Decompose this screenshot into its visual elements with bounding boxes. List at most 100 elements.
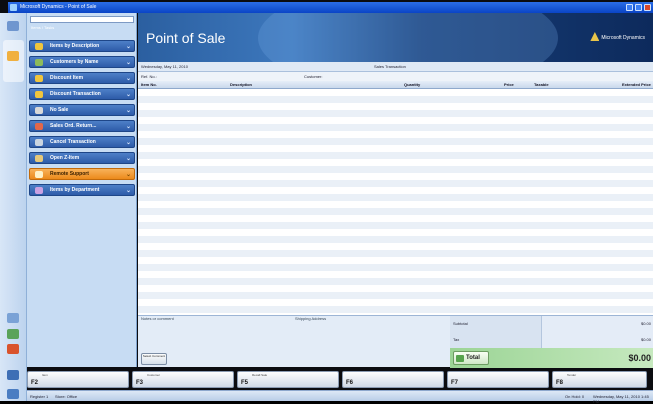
settings-icon[interactable] [7,370,19,380]
select-comment-button[interactable]: Select Comment [141,353,167,365]
fkey-label: F7 [451,380,459,386]
subtotal-row: Subtotal $0.00 [450,316,653,332]
sidebar-item-discount-item[interactable]: Discount Item ⌄ [29,72,135,84]
customer-label[interactable]: Customer: [304,74,322,79]
back-icon[interactable] [7,21,19,31]
maximize-button[interactable] [635,4,642,11]
fkey-label: F8 [556,380,564,386]
lock-icon[interactable] [7,313,19,323]
sidebar-item-items-by-department[interactable]: Items by Department ⌄ [29,184,135,196]
app-icon [10,4,17,11]
column-header[interactable]: Price [504,82,514,87]
tax-value-cell: $0.00 [542,332,653,348]
magnifier-icon [35,43,43,50]
sidebar-item-label: Discount Transaction [50,91,101,97]
column-header[interactable]: Extended Price [622,82,651,87]
total-row: Total $0.00 [450,348,653,368]
sidebar-item-sales-order-return[interactable]: Sales Ord. Return... ⌄ [29,120,135,132]
tax-row: Tax $0.00 [450,332,653,348]
sidebar-item-label: Items by Description [50,43,100,49]
status-datetime: Wednesday, May 11, 2010 1:45 PM [593,394,649,404]
alert-icon[interactable] [7,344,19,354]
sidebar-item-customers-by-name[interactable]: Customers by Name ⌄ [29,56,135,68]
comment-label: Notes or comment [141,316,174,321]
sidebar-item-label: Discount Item [50,75,84,81]
sidebar-search-input[interactable] [30,16,134,23]
sidebar-item-items-by-description[interactable]: Items by Description ⌄ [29,40,135,52]
window-controls [626,4,651,11]
people-icon [35,59,43,66]
sidebar-item-label: Customers by Name [50,59,99,65]
total-label: Total [466,355,480,361]
brand-logo: Microsoft Dynamics [590,32,645,41]
f6-key-button[interactable]: F6 [342,371,444,388]
banner: Point of Sale Microsoft Dynamics [138,13,653,62]
folder-icon [35,187,43,194]
report-icon[interactable] [7,329,19,339]
column-header[interactable]: Taxable [534,82,549,87]
f7-key-button[interactable]: F7 [447,371,549,388]
fkey-caption: Recall Sale [252,373,268,377]
main-panel: Point of Sale Microsoft Dynamics Wednesd… [138,13,653,368]
sidebar-item-label: Items by Department [50,187,100,193]
chevron-icon: ⌄ [125,92,131,98]
tax-value: $0.00 [640,337,651,342]
minimize-button[interactable] [626,4,633,11]
logo-icon [590,32,600,41]
sidebar-item-label: Cancel Transaction [50,139,96,145]
sidebar-item-discount-transaction[interactable]: Discount Transaction ⌄ [29,88,135,100]
transaction-info: Wednesday, May 11, 2010 Sales Transactio… [138,62,653,72]
function-key-bar: Item F2 Customer F3 Recall Sale F5 F6 F7 Te… [27,371,653,388]
chevron-icon: ⌄ [125,108,131,114]
f3-key-button[interactable]: Customer F3 [132,371,234,388]
drawer-icon [35,107,43,114]
chevron-icon: ⌄ [125,124,131,130]
help-icon[interactable] [7,389,19,399]
fkey-caption: Customer [147,373,161,377]
sidebar-item-label: Sales Ord. Return... [50,123,97,129]
column-header[interactable]: Item No. [141,82,157,87]
fkey-label: F3 [136,380,144,386]
folder-icon[interactable] [7,51,19,61]
shipping-label: Shipping Address [295,316,327,321]
bottom-panel: Notes or comment Shipping Address Select… [138,315,653,368]
transaction-date: Wednesday, May 11, 2010 [141,64,188,69]
f5-key-button[interactable]: Recall Sale F5 [237,371,339,388]
return-icon [35,123,43,130]
close-button[interactable] [644,4,651,11]
status-hold-count: On Hold: 0 [565,394,585,399]
screen: Microsoft Dynamics - Point of Sale Items… [0,0,653,404]
sidebar-item-cancel-transaction[interactable]: Cancel Transaction ⌄ [29,136,135,148]
page-title: Point of Sale [146,30,226,46]
column-header[interactable]: Quantity [404,82,420,87]
chevron-icon: ⌄ [125,188,131,194]
status-bar: Register 1 Store: Office On Hold: 0 Wedn… [27,390,653,404]
chevron-icon: ⌄ [125,156,131,162]
left-toolbar [0,13,27,401]
subtotal-value: $0.00 [640,321,651,326]
column-header[interactable]: Description [230,82,252,87]
sidebar-item-no-sale[interactable]: No Sale ⌄ [29,104,135,116]
totals-panel: Subtotal $0.00 Tax $0.00 Total $0.00 [450,316,653,368]
line-items-table[interactable] [138,89,653,315]
cancel-icon [35,139,43,146]
f8-key-button[interactable]: Tender F8 [552,371,647,388]
sidebar-item-open-z-item[interactable]: Open Z-Item ⌄ [29,152,135,164]
total-button[interactable]: Total [453,351,489,365]
window-title: Microsoft Dynamics - Point of Sale [20,4,97,10]
transaction-fields: Ref. No.: Customer: [138,72,653,81]
chevron-icon: ⌄ [125,140,131,146]
status-store: Store: Office [55,394,78,399]
tag-icon [35,91,43,98]
sidebar-item-remote-support[interactable]: Remote Support ⌄ [29,168,135,180]
transaction-type: Sales Transaction [374,64,406,69]
tag-icon [35,75,43,82]
box-icon [35,155,43,162]
subtotal-label-cell: Subtotal [450,316,542,332]
ref-label: Ref. No.: [141,74,157,79]
left-toolbar-panel [3,40,24,82]
f2-key-button[interactable]: Item F2 [27,371,129,388]
fkey-label: F2 [31,380,39,386]
chevron-icon: ⌄ [125,60,131,66]
fkey-label: F5 [241,380,249,386]
